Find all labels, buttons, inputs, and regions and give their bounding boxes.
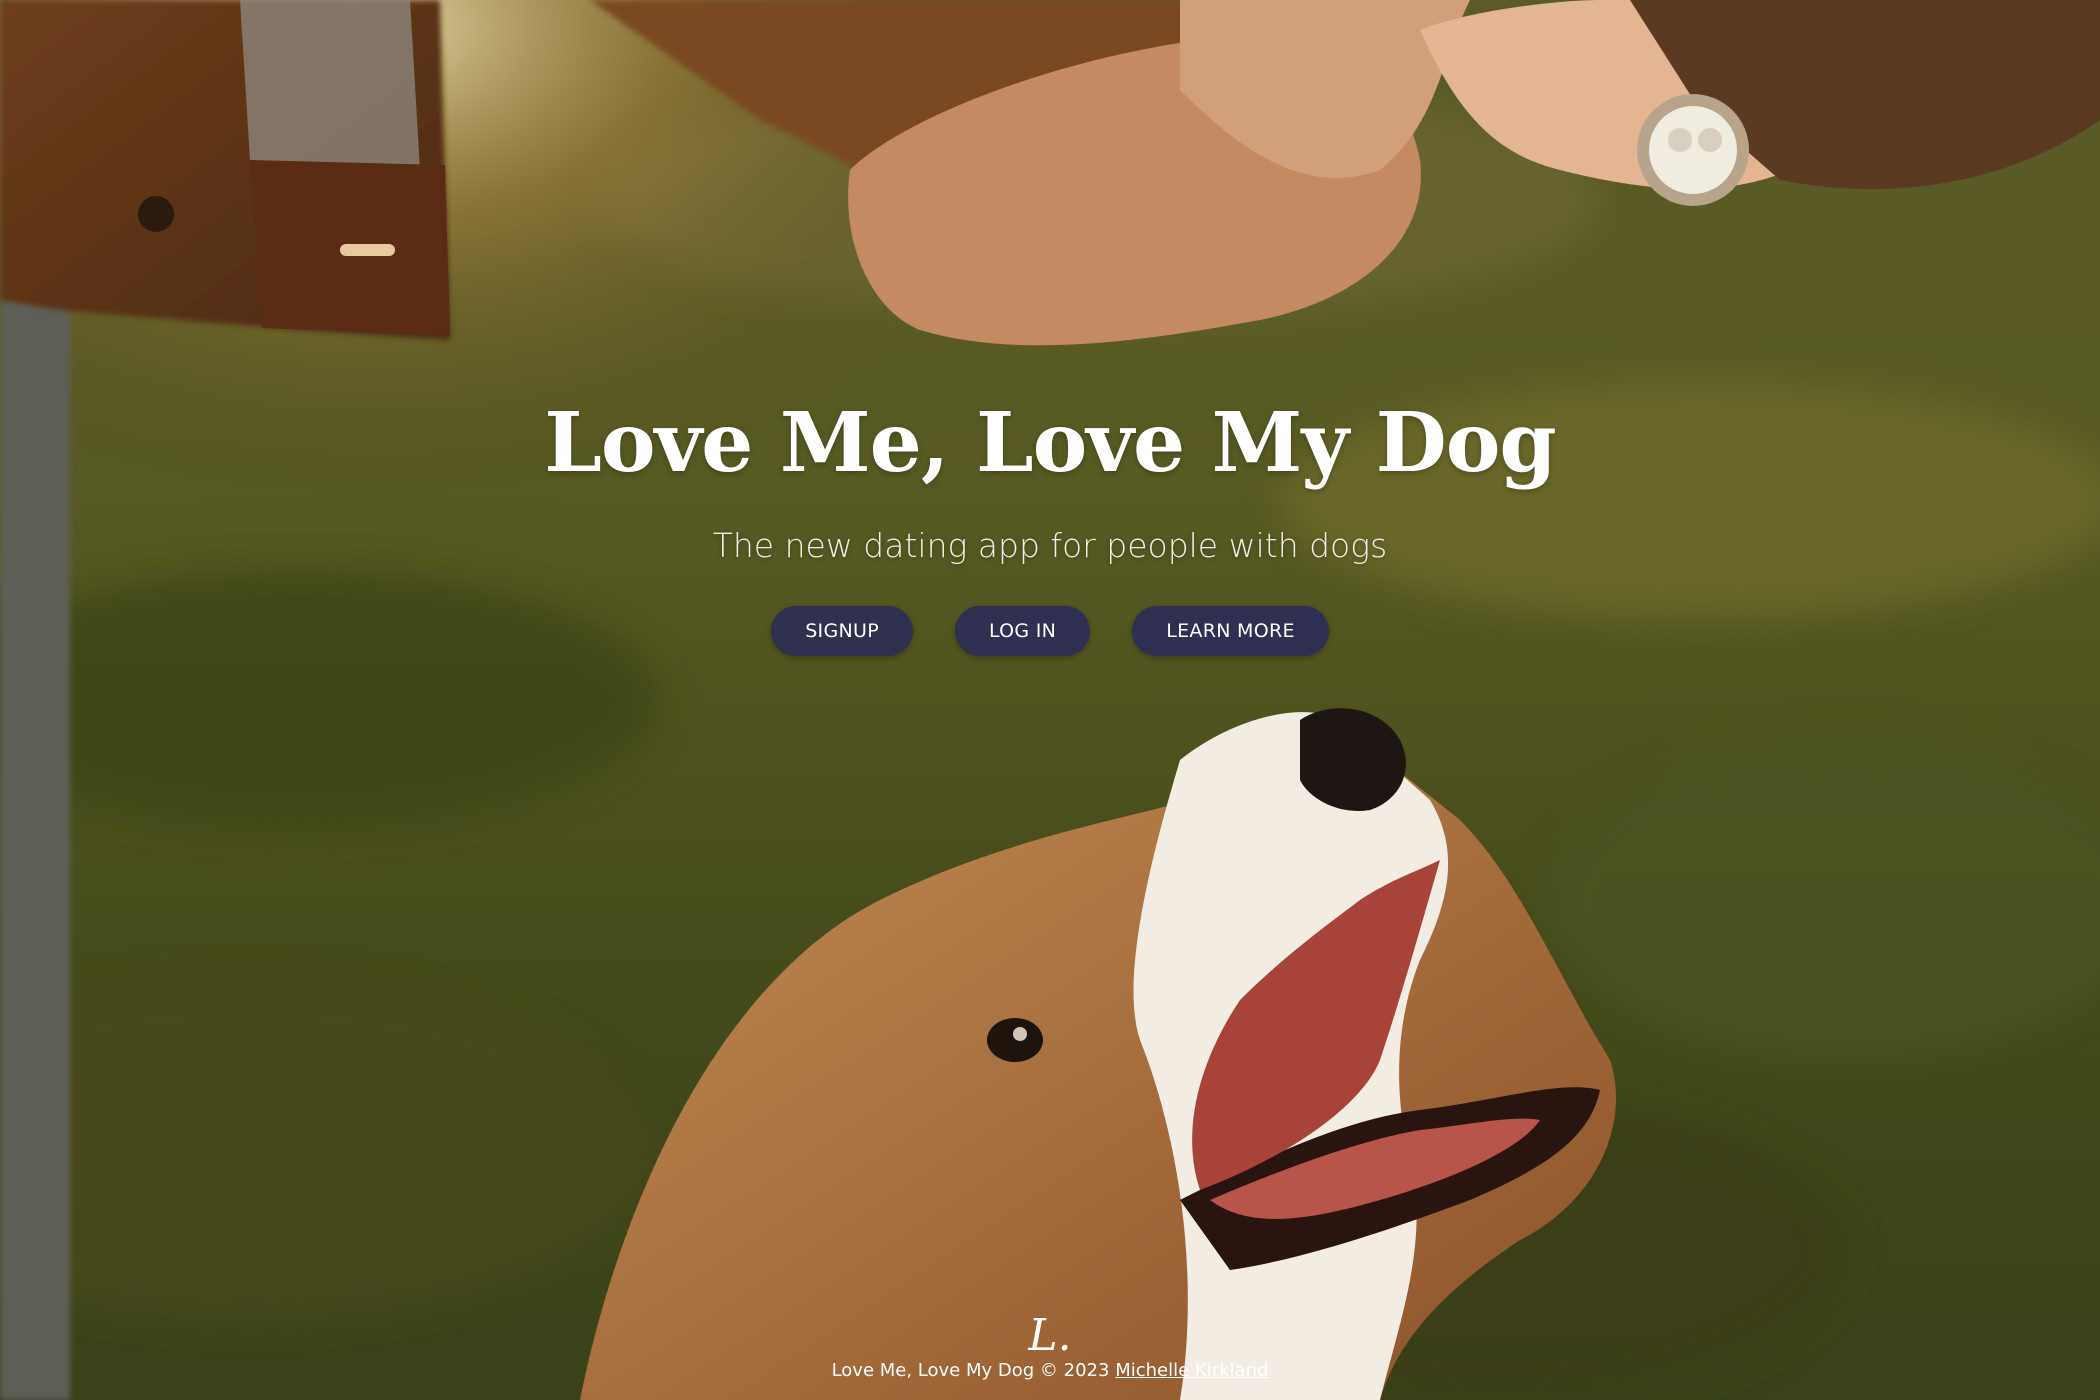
logo-mark-icon: L.	[1027, 1310, 1071, 1358]
login-button[interactable]: LOG IN	[954, 606, 1091, 656]
learn-more-button[interactable]: LEARN MORE	[1132, 606, 1329, 656]
footer-copyright-symbol: ©	[1039, 1360, 1058, 1381]
hero-title: Love Me, Love My Dog	[544, 395, 1557, 491]
hero-section: Love Me, Love My Dog The new dating app …	[0, 0, 2100, 1400]
footer-site-name: Love Me, Love My Dog	[831, 1360, 1035, 1381]
footer-year: 2023	[1063, 1360, 1110, 1381]
site-footer: L. Love Me, Love My Dog © 2023 Michelle …	[0, 1306, 2100, 1384]
author-link[interactable]: Michelle Kirkland	[1115, 1360, 1268, 1381]
signup-button[interactable]: SIGNUP	[771, 606, 913, 656]
hero-content: Love Me, Love My Dog The new dating app …	[0, 392, 2100, 656]
logo-mark-text: L.	[1027, 1310, 1071, 1358]
cta-buttons: SIGNUP LOG IN LEARN MORE	[0, 606, 2100, 656]
hero-subtitle: The new dating app for people with dogs	[712, 526, 1388, 565]
background-photo	[0, 0, 2100, 1400]
footer-credit: Love Me, Love My Dog © 2023 Michelle Kir…	[0, 1358, 2100, 1384]
